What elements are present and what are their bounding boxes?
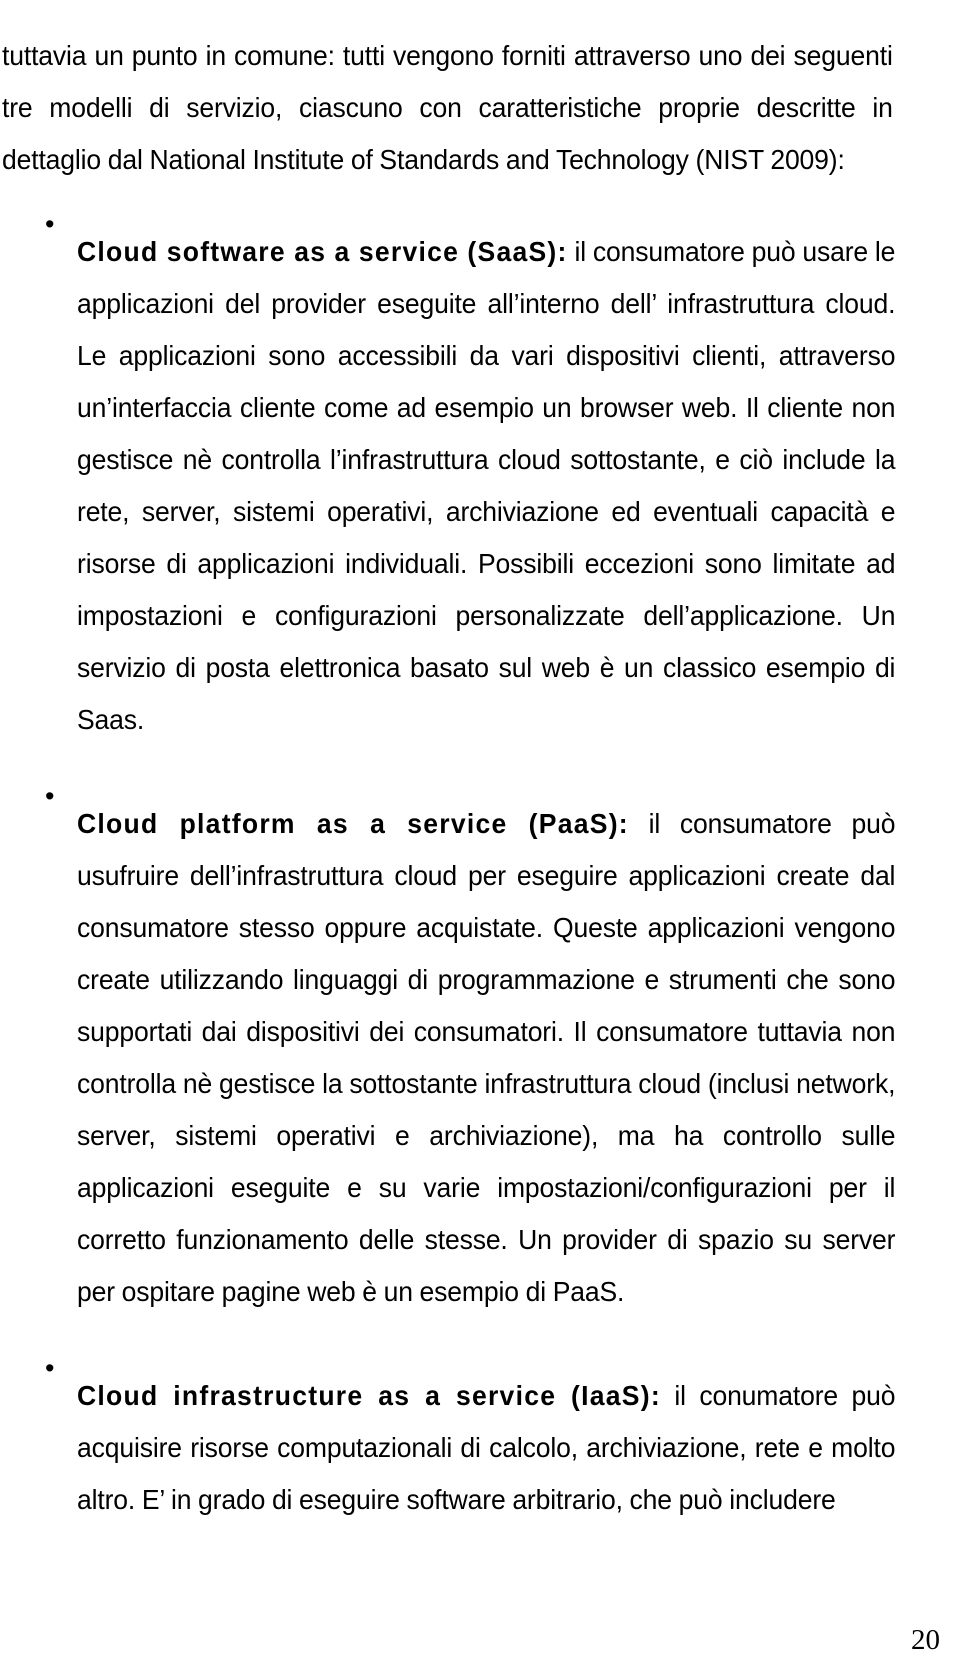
bullet-marker-icon: • (45, 781, 55, 811)
bullet-paas-lead: Cloud platform as a service (PaaS): (77, 807, 629, 839)
document-page: tuttavia un punto in comune: tutti vengo… (0, 0, 960, 1665)
bullet-paas-body: Cloud platform as a service (PaaS): il c… (77, 798, 895, 1318)
bullet-marker-icon: • (45, 209, 55, 239)
intro-paragraph: tuttavia un punto in comune: tutti vengo… (2, 39, 893, 175)
bullet-saas-body: Cloud software as a service (SaaS): il c… (77, 226, 895, 746)
bullet-item-saas: • Cloud software as a service (SaaS): il… (45, 198, 925, 773)
bullet-item-iaas: • Cloud infrastructure as a service (Iaa… (45, 1342, 925, 1553)
bullet-paas-text: il consumatore può usufruire dell’infras… (77, 807, 896, 1307)
bullet-item-paas: • Cloud platform as a service (PaaS): il… (45, 770, 925, 1345)
bullet-iaas-lead: Cloud infrastructure as a service (IaaS)… (77, 1379, 661, 1411)
bullet-marker-icon: • (45, 1353, 55, 1383)
bullet-iaas-body: Cloud infrastructure as a service (IaaS)… (77, 1370, 895, 1526)
bullet-saas-text: il consumatore può usare le applicazioni… (77, 235, 896, 735)
bullet-saas-lead: Cloud software as a service (SaaS): (77, 235, 568, 267)
page-number: 20 (911, 1624, 940, 1656)
